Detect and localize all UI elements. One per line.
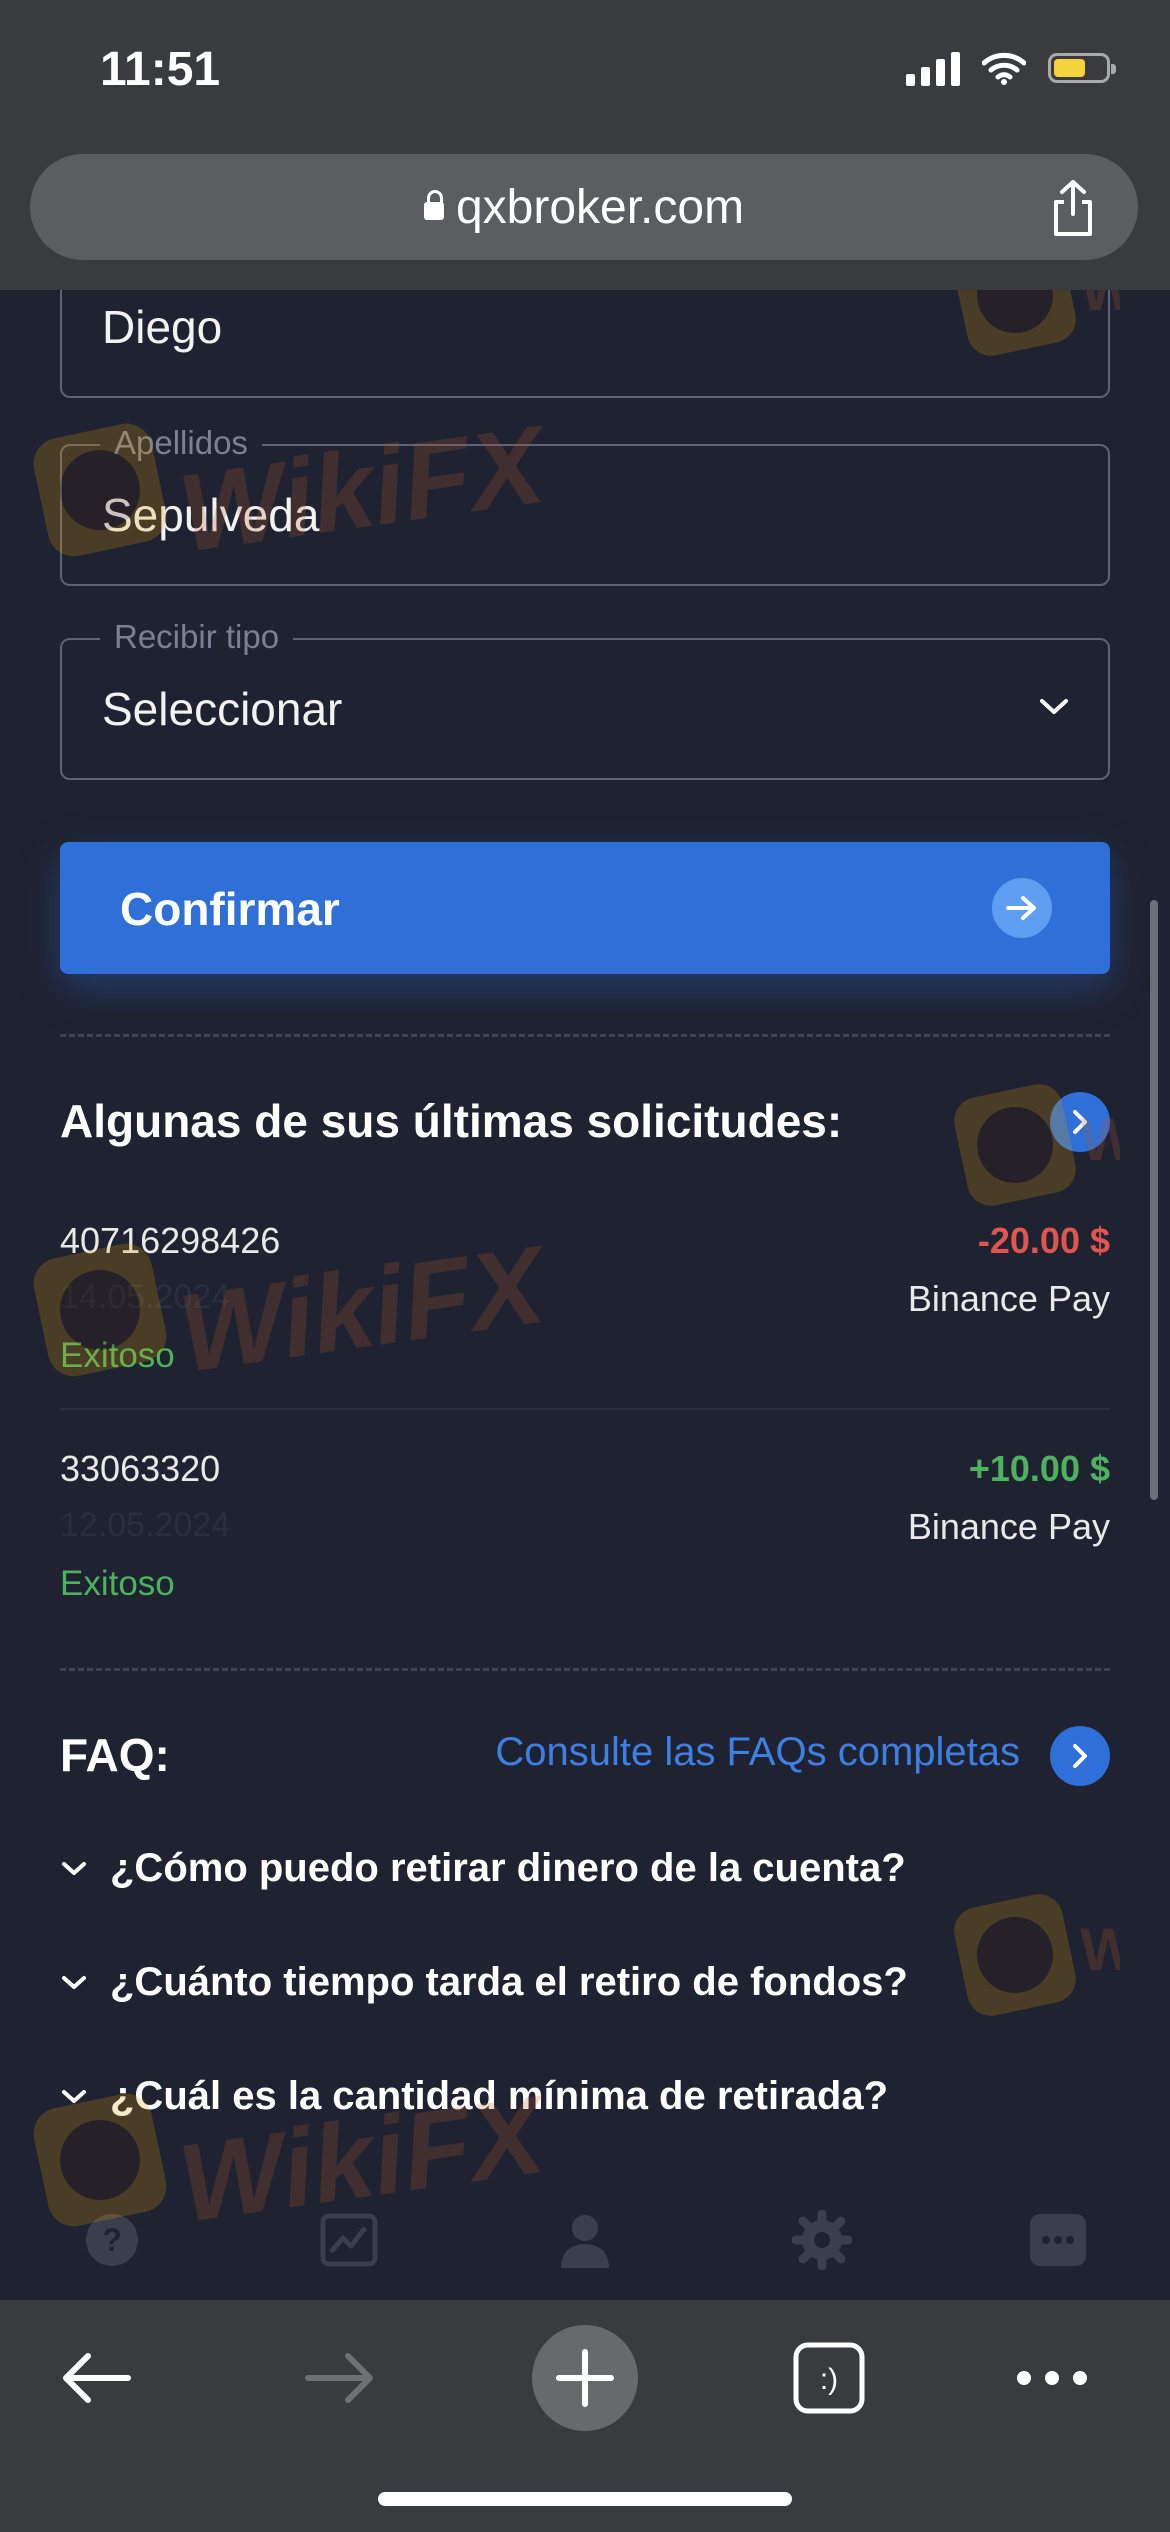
status-bar: 11:51 qxbroker.com: [0, 0, 1170, 290]
recent-requests-title: Algunas de sus últimas solicitudes:: [60, 1095, 843, 1147]
svg-text:W: W: [1080, 1916, 1120, 1983]
chevron-right-icon: [1073, 1744, 1087, 1768]
settings-icon[interactable]: [790, 2208, 854, 2272]
battery-icon: [1048, 53, 1116, 83]
first-name-value: Diego: [102, 301, 223, 353]
tabs-icon: :): [793, 2342, 865, 2414]
faq-question-text: ¿Cuánto tiempo tarda el retiro de fondos…: [110, 1960, 908, 2004]
faq-question[interactable]: ¿Cómo puedo retirar dinero de la cuenta?: [60, 1846, 906, 1891]
faq-full-link[interactable]: Consulte las FAQs completas: [495, 1730, 1020, 1775]
faq-more-button[interactable]: [1050, 1726, 1110, 1786]
request-method: Binance Pay: [907, 1506, 1110, 1547]
request-amount: +10.00 $: [968, 1448, 1110, 1489]
watermark-logo: W: [940, 1080, 1137, 1225]
chevron-down-icon: [62, 1975, 86, 1989]
chevron-down-icon: [1040, 699, 1068, 714]
scrollbar[interactable]: [1150, 900, 1158, 1500]
svg-text:WikiFX: WikiFX: [172, 2080, 557, 2240]
svg-text::): :): [820, 2363, 838, 2396]
back-button[interactable]: [58, 2326, 134, 2430]
url-text: qxbroker.com: [455, 180, 745, 234]
tabs-button[interactable]: :): [792, 2326, 866, 2430]
more-icon: [1017, 2371, 1087, 2385]
svg-text:WikiFX: WikiFX: [172, 1230, 557, 1390]
request-id: 33063320: [60, 1448, 221, 1489]
status-time: 11:51: [100, 43, 221, 96]
url-bar[interactable]: qxbroker.com: [30, 154, 1138, 260]
status-icons: [906, 50, 1116, 86]
receive-type-select[interactable]: Recibir tipo Seleccionar: [60, 618, 1110, 780]
new-tab-button[interactable]: [532, 2325, 638, 2431]
watermark-logo: WikiFX: [20, 402, 560, 576]
lock-icon: [423, 190, 444, 220]
row-divider: [60, 1408, 1110, 1410]
watermark-logo: W: [940, 1890, 1137, 2035]
forward-button[interactable]: [302, 2326, 378, 2430]
back-arrow-icon: [63, 2353, 131, 2403]
more-button[interactable]: [1016, 2326, 1088, 2430]
faq-question-text: ¿Cómo puedo retirar dinero de la cuenta?: [110, 1846, 906, 1890]
confirm-label: Confirmar: [120, 883, 340, 935]
confirm-button[interactable]: Confirmar: [60, 842, 1110, 974]
divider: [60, 1668, 1110, 1671]
request-amount: -20.00 $: [977, 1220, 1110, 1261]
wifi-icon: [982, 52, 1026, 85]
receive-type-label: Recibir tipo: [100, 618, 294, 656]
watermark-logo: WikiFX: [20, 2072, 560, 2246]
request-method: Binance Pay: [907, 1278, 1110, 1319]
svg-text:WikiFX: WikiFX: [172, 410, 557, 570]
request-status: Exitoso: [60, 1564, 175, 1603]
home-indicator: [378, 2492, 792, 2506]
new-tab-icon: [532, 2325, 638, 2431]
arrow-right-icon: [992, 878, 1052, 938]
forward-arrow-icon: [305, 2353, 373, 2403]
chat-icon[interactable]: [1026, 2208, 1090, 2272]
request-date: 12.05.2024: [60, 1506, 231, 1544]
svg-text:W: W: [1080, 1106, 1120, 1173]
faq-title: FAQ:: [60, 1729, 170, 1781]
chevron-down-icon: [62, 1861, 86, 1875]
faq-question[interactable]: ¿Cuánto tiempo tarda el retiro de fondos…: [60, 1960, 908, 2005]
receive-type-value: Seleccionar: [102, 683, 343, 735]
profile-icon[interactable]: [553, 2208, 617, 2272]
watermark-logo: WikiFX: [20, 1222, 560, 1396]
share-icon[interactable]: [1048, 178, 1098, 238]
divider: [60, 1034, 1110, 1037]
cellular-signal-icon: [906, 50, 960, 86]
url-display[interactable]: qxbroker.com: [423, 180, 745, 235]
